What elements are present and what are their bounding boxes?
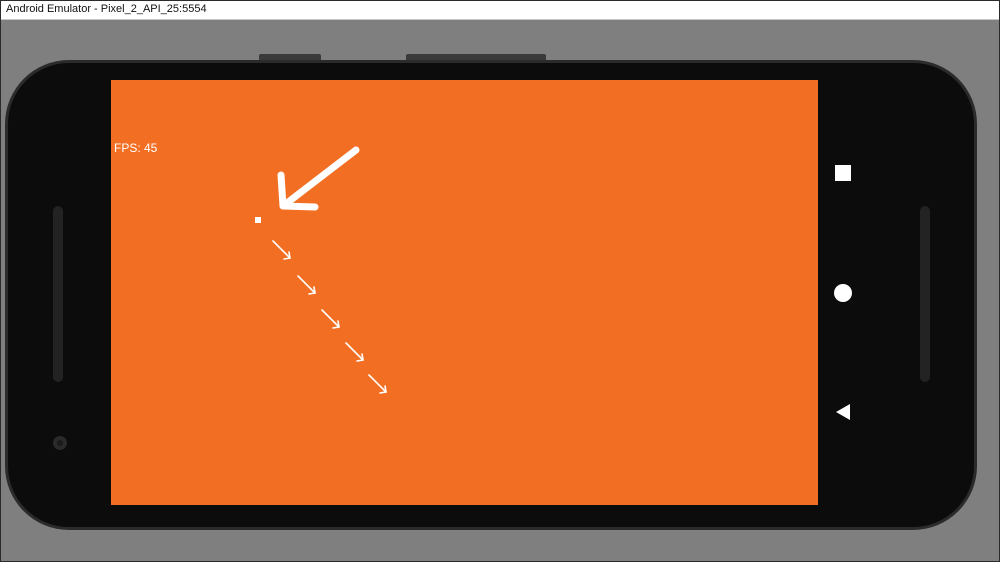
window-title: Android Emulator - Pixel_2_API_25:5554 <box>6 3 207 15</box>
trail-arrow <box>272 240 291 260</box>
annotation-pointer-arrow <box>277 146 360 211</box>
annotation-overlay <box>272 146 387 394</box>
overview-button[interactable] <box>830 160 856 186</box>
title-bar[interactable]: Android Emulator - Pixel_2_API_25:5554 <box>1 1 999 20</box>
motion-trail <box>272 240 387 394</box>
emulator-window: Android Emulator - Pixel_2_API_25:5554 F… <box>0 0 1000 562</box>
right-speaker <box>920 206 930 382</box>
trail-arrow <box>345 342 364 362</box>
trail-arrow <box>297 275 316 295</box>
front-camera-lens <box>57 440 63 446</box>
square-icon <box>835 165 851 181</box>
back-button[interactable] <box>830 399 856 425</box>
trail-arrow <box>368 374 387 394</box>
emulator-workspace: FPS: 45 <box>1 20 999 561</box>
trail-arrow <box>321 309 340 329</box>
app-screen[interactable]: FPS: 45 <box>111 80 818 505</box>
home-button[interactable] <box>830 280 856 306</box>
arrow-shaft <box>279 146 360 210</box>
triangle-left-icon <box>836 404 850 420</box>
left-speaker <box>53 206 63 382</box>
circle-icon <box>834 284 852 302</box>
